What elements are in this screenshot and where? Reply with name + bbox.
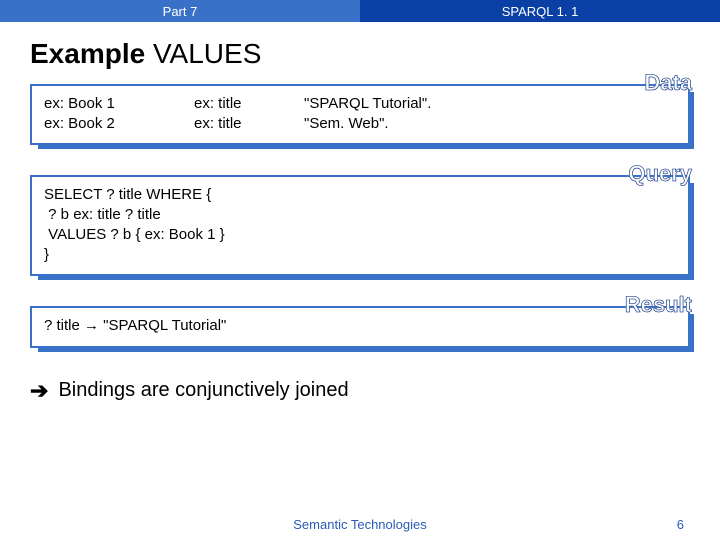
- data-object: "Sem. Web".: [304, 114, 389, 134]
- result-badge: Result: [625, 292, 692, 318]
- arrow-right-icon: ➔: [30, 378, 48, 404]
- result-section: Result ? title → "SPARQL Tutorial": [30, 306, 690, 348]
- page-number: 6: [677, 517, 684, 532]
- data-subject: ex: Book 1: [44, 94, 154, 114]
- header-right: SPARQL 1. 1: [360, 0, 720, 22]
- data-row: ex: Book 1 ex: title "SPARQL Tutorial".: [44, 94, 676, 114]
- data-subject: ex: Book 2: [44, 114, 154, 134]
- data-object: "SPARQL Tutorial".: [304, 94, 431, 114]
- bullet-line: ➔ Bindings are conjunctively joined: [30, 378, 690, 404]
- slide-header: Part 7 SPARQL 1. 1: [0, 0, 720, 22]
- data-box: ex: Book 1 ex: title "SPARQL Tutorial". …: [30, 84, 690, 145]
- result-box: ? title → "SPARQL Tutorial": [30, 306, 690, 348]
- slide-title: Example VALUES: [30, 38, 690, 70]
- header-left: Part 7: [0, 0, 360, 22]
- data-predicate: ex: title: [194, 94, 264, 114]
- data-badge: Data: [644, 70, 692, 96]
- title-rest: VALUES: [145, 38, 261, 69]
- data-section: Data ex: Book 1 ex: title "SPARQL Tutori…: [30, 84, 690, 145]
- title-bold: Example: [30, 38, 145, 69]
- slide-content: Example VALUES Data ex: Book 1 ex: title…: [0, 22, 720, 404]
- query-box: SELECT ? title WHERE { ? b ex: title ? t…: [30, 175, 690, 276]
- footer-text: Semantic Technologies: [293, 517, 426, 532]
- query-badge: Query: [628, 161, 692, 187]
- result-text: ? title → "SPARQL Tutorial": [44, 317, 226, 334]
- data-predicate: ex: title: [194, 114, 264, 134]
- data-row: ex: Book 2 ex: title "Sem. Web".: [44, 114, 676, 134]
- query-text: SELECT ? title WHERE { ? b ex: title ? t…: [44, 185, 676, 266]
- slide-footer: Semantic Technologies 6: [0, 517, 720, 532]
- bullet-text: Bindings are conjunctively joined: [58, 379, 348, 402]
- query-section: Query SELECT ? title WHERE { ? b ex: tit…: [30, 175, 690, 276]
